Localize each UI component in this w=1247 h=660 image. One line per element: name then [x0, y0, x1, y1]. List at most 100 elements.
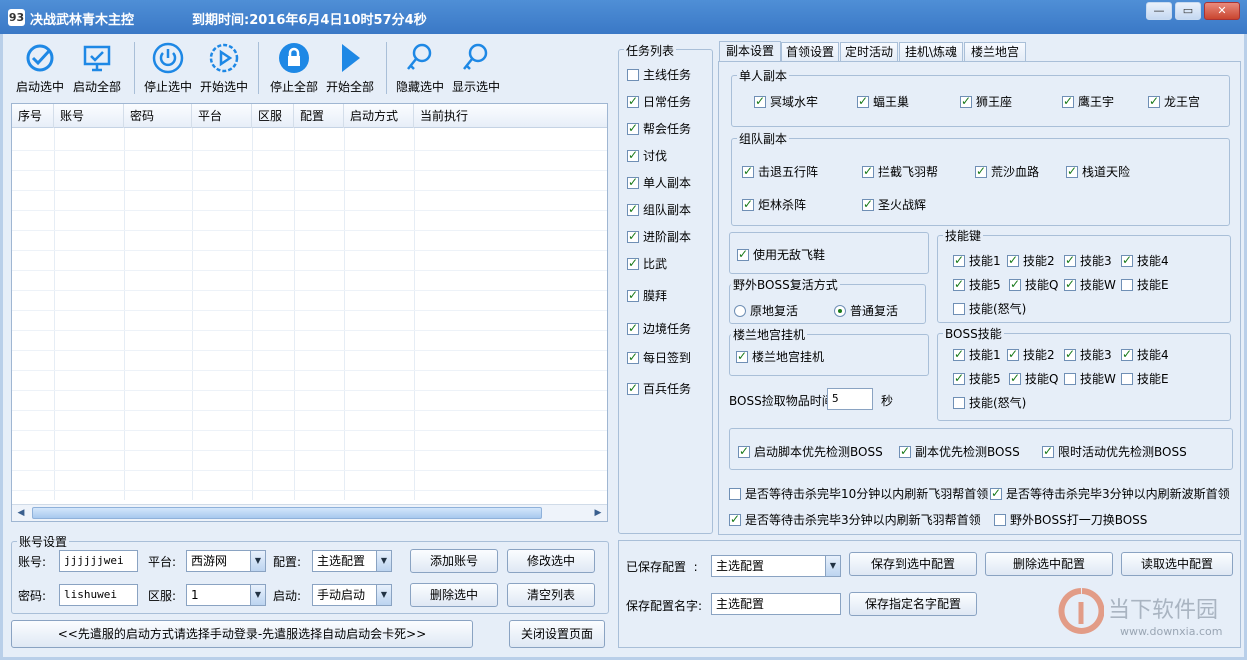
wait-option-checkbox[interactable]: 是否等待击杀完毕3分钟以内刷新飞羽帮首领: [729, 511, 981, 528]
column-header[interactable]: 序号: [12, 104, 54, 128]
team-dungeon-checkbox[interactable]: 击退五行阵: [742, 163, 818, 180]
config-select[interactable]: 主选配置 ▼: [312, 550, 392, 572]
hide-selected-button[interactable]: 隐藏选中: [393, 40, 447, 98]
stop-selected-button[interactable]: 停止选中: [141, 40, 195, 98]
single-dungeon-checkbox[interactable]: 龙王宫: [1148, 93, 1200, 110]
skill-checkbox[interactable]: 技能5: [953, 370, 1001, 387]
modify-selected-button[interactable]: 修改选中: [507, 549, 595, 573]
tab-idle-refine[interactable]: 挂机\炼魂: [899, 42, 963, 62]
revive-normal-radio[interactable]: 普通复活: [834, 302, 898, 319]
skill-checkbox[interactable]: 技能Q: [1009, 370, 1058, 387]
revive-in-place-radio[interactable]: 原地复活: [734, 302, 798, 319]
table-row[interactable]: [12, 470, 607, 471]
launch-select[interactable]: 手动启动 ▼: [312, 584, 392, 606]
password-input[interactable]: lishuwei: [59, 584, 138, 606]
chevron-down-icon[interactable]: ▼: [250, 585, 265, 605]
skill-checkbox[interactable]: 技能W: [1064, 370, 1116, 387]
skill-checkbox[interactable]: 技能4: [1121, 252, 1169, 269]
task-checkbox[interactable]: 比武: [627, 255, 667, 272]
skill-checkbox[interactable]: 技能1: [953, 252, 1001, 269]
task-checkbox[interactable]: 每日签到: [627, 349, 691, 366]
table-row[interactable]: [12, 390, 607, 391]
launch-notice-button[interactable]: <<先遣服的启动方式请选择手动登录-先遣服选择自动启动会卡死>>: [11, 620, 473, 648]
team-dungeon-checkbox[interactable]: 圣火战辉: [862, 196, 926, 213]
column-header[interactable]: 账号: [54, 104, 124, 128]
account-input[interactable]: jjjjjjwei: [59, 550, 138, 572]
table-row[interactable]: [12, 170, 607, 171]
task-checkbox[interactable]: 膜拜: [627, 287, 667, 304]
scroll-right-icon[interactable]: ▶: [590, 506, 606, 520]
task-checkbox[interactable]: 百兵任务: [627, 380, 691, 397]
skill-checkbox[interactable]: 技能5: [953, 276, 1001, 293]
task-checkbox[interactable]: 边境任务: [627, 320, 691, 337]
tab-boss-settings[interactable]: 首领设置: [781, 42, 839, 62]
add-account-button[interactable]: 添加账号: [410, 549, 498, 573]
skill-checkbox[interactable]: 技能1: [953, 346, 1001, 363]
close-button[interactable]: ✕: [1204, 2, 1240, 20]
task-checkbox[interactable]: 讨伐: [627, 147, 667, 164]
column-header[interactable]: 配置: [294, 104, 344, 128]
minimize-button[interactable]: —: [1146, 2, 1172, 20]
column-header[interactable]: 启动方式: [344, 104, 414, 128]
table-row[interactable]: [12, 150, 607, 151]
scroll-left-icon[interactable]: ◀: [13, 506, 29, 520]
account-table[interactable]: 序号 账号 密码 平台 区服 配置 启动方式 当前执行 ◀ ▶: [11, 103, 608, 522]
task-checkbox[interactable]: 日常任务: [627, 93, 691, 110]
tab-timed-events[interactable]: 定时活动: [840, 42, 898, 62]
skill-checkbox[interactable]: 技能E: [1121, 370, 1169, 387]
tab-loulan-palace[interactable]: 楼兰地宫: [964, 42, 1026, 62]
team-dungeon-checkbox[interactable]: 拦截飞羽帮: [862, 163, 938, 180]
column-header[interactable]: 当前执行: [414, 104, 607, 128]
table-row[interactable]: [12, 290, 607, 291]
clear-list-button[interactable]: 清空列表: [507, 583, 595, 607]
chevron-down-icon[interactable]: ▼: [825, 556, 840, 576]
save-named-config-button[interactable]: 保存指定名字配置: [849, 592, 977, 616]
task-checkbox[interactable]: 帮会任务: [627, 120, 691, 137]
table-row[interactable]: [12, 190, 607, 191]
loulan-idle-checkbox[interactable]: 楼兰地宫挂机: [736, 348, 824, 365]
column-header[interactable]: 区服: [252, 104, 294, 128]
save-to-selected-button[interactable]: 保存到选中配置: [849, 552, 977, 576]
restore-button[interactable]: ▭: [1175, 2, 1201, 20]
tab-dungeon-settings[interactable]: 副本设置: [719, 41, 781, 62]
config-name-input[interactable]: 主选配置: [711, 593, 841, 615]
column-header[interactable]: 平台: [192, 104, 252, 128]
task-checkbox[interactable]: 单人副本: [627, 174, 691, 191]
task-checkbox[interactable]: 组队副本: [627, 201, 691, 218]
task-checkbox[interactable]: 主线任务: [627, 66, 691, 83]
table-row[interactable]: [12, 370, 607, 371]
boss-priority-checkbox[interactable]: 副本优先检测BOSS: [899, 443, 1020, 460]
table-row[interactable]: [12, 490, 607, 491]
skill-checkbox[interactable]: 技能W: [1064, 276, 1116, 293]
start-all-button[interactable]: 启动全部: [70, 40, 124, 98]
table-row[interactable]: [12, 310, 607, 311]
table-row[interactable]: [12, 350, 607, 351]
table-row[interactable]: [12, 230, 607, 231]
table-row[interactable]: [12, 330, 607, 331]
skill-checkbox[interactable]: 技能2: [1007, 252, 1055, 269]
begin-selected-button[interactable]: 开始选中: [197, 40, 251, 98]
scroll-thumb[interactable]: [32, 507, 542, 519]
skill-checkbox[interactable]: 技能Q: [1009, 276, 1058, 293]
wait-option-checkbox[interactable]: 是否等待击杀完毕3分钟以内刷新波斯首领: [990, 485, 1230, 502]
team-dungeon-checkbox[interactable]: 栈道天险: [1066, 163, 1130, 180]
chevron-down-icon[interactable]: ▼: [376, 585, 391, 605]
skill-checkbox[interactable]: 技能(怒气): [953, 394, 1026, 411]
table-row[interactable]: [12, 250, 607, 251]
delete-selected-button[interactable]: 删除选中: [410, 583, 498, 607]
platform-select[interactable]: 西游网 ▼: [186, 550, 266, 572]
skill-checkbox[interactable]: 技能3: [1064, 252, 1112, 269]
column-header[interactable]: 密码: [124, 104, 192, 128]
server-select[interactable]: 1 ▼: [186, 584, 266, 606]
single-dungeon-checkbox[interactable]: 蝠王巢: [857, 93, 909, 110]
table-row[interactable]: [12, 270, 607, 271]
show-selected-button[interactable]: 显示选中: [449, 40, 503, 98]
start-selected-button[interactable]: 启动选中: [14, 40, 66, 98]
skill-checkbox[interactable]: 技能3: [1064, 346, 1112, 363]
table-row[interactable]: [12, 210, 607, 211]
boss-priority-checkbox[interactable]: 启动脚本优先检测BOSS: [738, 443, 883, 460]
delete-config-button[interactable]: 删除选中配置: [985, 552, 1113, 576]
skill-checkbox[interactable]: 技能(怒气): [953, 300, 1026, 317]
chevron-down-icon[interactable]: ▼: [376, 551, 391, 571]
read-config-button[interactable]: 读取选中配置: [1121, 552, 1233, 576]
